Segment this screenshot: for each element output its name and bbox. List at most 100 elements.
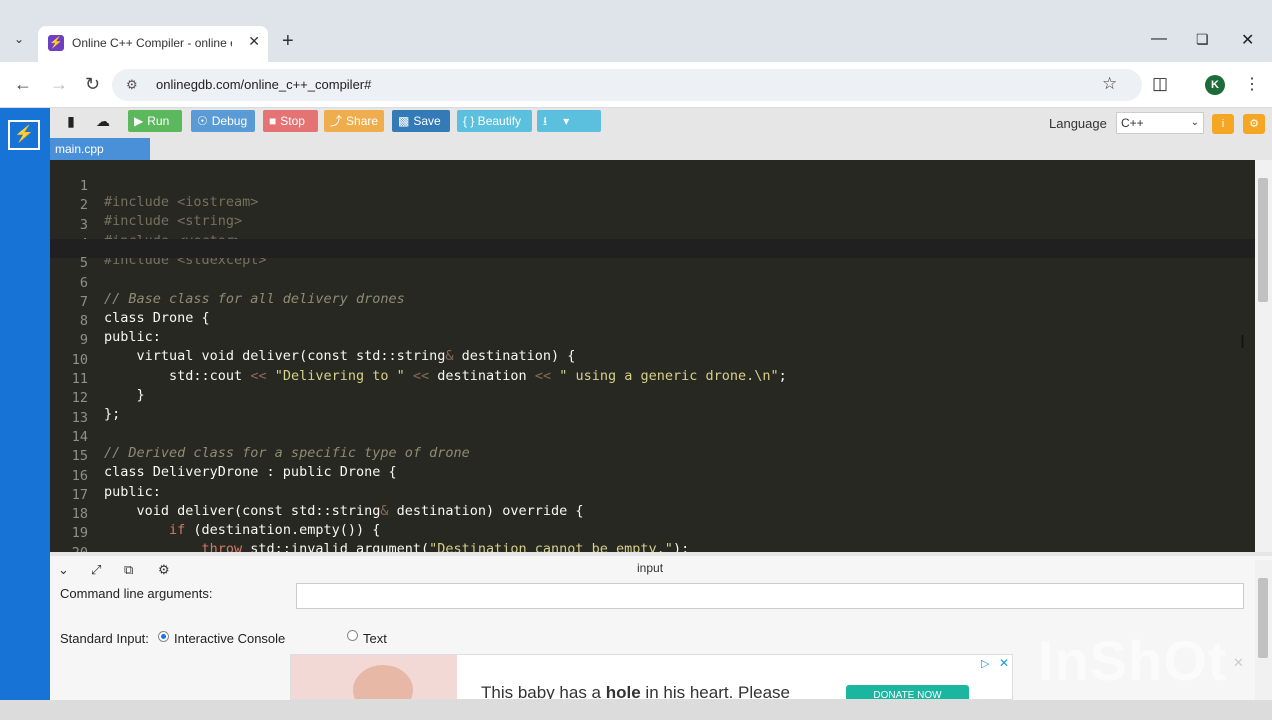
code-line: 3 #include <vector> bbox=[50, 201, 1255, 249]
reload-icon[interactable]: ↻ bbox=[85, 74, 100, 95]
code-line: 11 } bbox=[50, 355, 1255, 403]
back-icon[interactable]: ← bbox=[14, 74, 32, 95]
restore-icon[interactable]: ❏ bbox=[1196, 31, 1209, 48]
bookmark-star-icon[interactable]: ☆ bbox=[1102, 74, 1117, 94]
profile-avatar[interactable]: K bbox=[1205, 75, 1225, 95]
code-editor[interactable]: 1 #include <iostream> 2 #include <string… bbox=[50, 160, 1255, 552]
code-line: 13 bbox=[50, 394, 1255, 426]
browser-tab[interactable]: ⚡ Online C++ Compiler - online e ✕ bbox=[38, 26, 268, 62]
close-window-icon[interactable]: ✕ bbox=[1241, 30, 1254, 50]
tab-title: Online C++ Compiler - online e bbox=[72, 36, 232, 50]
code-line: 18 if (destination.empty()) { bbox=[50, 490, 1255, 538]
baby-photo bbox=[353, 665, 413, 699]
ad-donate-button[interactable]: DONATE NOW bbox=[846, 685, 969, 699]
code-line: 20 } bbox=[50, 529, 1255, 552]
tab-search-chevron-icon[interactable]: ⌄ bbox=[10, 32, 28, 50]
code-line: 8 public: bbox=[50, 297, 1255, 345]
code-line: 1 #include <iostream> bbox=[50, 162, 1255, 210]
save-icon: ▩ bbox=[398, 114, 410, 128]
code-line-active: 5 bbox=[50, 239, 1255, 271]
code-line: 10 std::cout << "Delivering to " << dest… bbox=[50, 336, 1255, 384]
dropdown-caret-icon: ▾ bbox=[563, 114, 570, 128]
download-icon: ⭳ bbox=[543, 114, 548, 128]
onlinegdb-favicon-icon: ⚡ bbox=[48, 35, 64, 51]
site-info-icon[interactable]: ⚙ bbox=[126, 77, 138, 93]
watermark-close-icon[interactable]: ✕ bbox=[1233, 655, 1244, 671]
ide-sidebar: ⚡ bbox=[0, 108, 50, 700]
code-line: 9 virtual void deliver(const std::string… bbox=[50, 316, 1255, 364]
cla-label: Command line arguments: bbox=[60, 586, 213, 601]
address-bar[interactable]: ⚙ onlinegdb.com/online_c++_compiler# bbox=[112, 69, 1142, 101]
mouse-cursor-icon: I bbox=[1240, 332, 1246, 352]
onlinegdb-logo-icon[interactable]: ⚡ bbox=[8, 120, 40, 150]
debug-button[interactable]: ☉ Debug bbox=[191, 110, 255, 132]
code-line: 19 throw std::invalid_argument("Destinat… bbox=[50, 509, 1255, 552]
ide-toolbar: ▮ ☁ ▶ Run ☉ Debug ■ Stop ⤴ Share ▩ Save { } B… bbox=[50, 108, 1272, 138]
command-line-arguments-input[interactable] bbox=[296, 583, 1244, 609]
download-button[interactable]: ⭳ ▾ bbox=[537, 110, 601, 132]
interactive-console-label[interactable]: Interactive Console bbox=[174, 631, 285, 646]
text-radio-label[interactable]: Text bbox=[363, 631, 387, 646]
beautify-button[interactable]: { } Beautify bbox=[457, 110, 532, 132]
new-file-icon[interactable]: ▮ bbox=[60, 113, 82, 133]
info-icon[interactable]: i bbox=[1212, 114, 1234, 134]
text-radio[interactable] bbox=[347, 630, 358, 641]
extensions-icon[interactable]: ◫ bbox=[1152, 74, 1168, 94]
io-title: input bbox=[637, 561, 664, 575]
inshot-watermark: InShOt bbox=[1038, 629, 1228, 692]
ad-close-icon[interactable]: ✕ bbox=[999, 656, 1009, 670]
line-number: 20 bbox=[50, 545, 88, 552]
code-line: 12 }; bbox=[50, 374, 1255, 422]
io-scrollbar[interactable] bbox=[1255, 560, 1272, 700]
browser-toolbar: ← → ↻ ⚙ onlinegdb.com/online_c++_compile… bbox=[0, 62, 1272, 108]
language-label: Language bbox=[1049, 116, 1107, 131]
code-line: 4 #include <stdexcept> bbox=[50, 220, 1255, 268]
io-settings-icon[interactable]: ⚙ bbox=[158, 562, 170, 578]
new-tab-button[interactable]: + bbox=[282, 30, 294, 53]
interactive-console-radio[interactable] bbox=[158, 631, 169, 642]
stop-button[interactable]: ■ Stop bbox=[263, 110, 318, 132]
settings-gear-icon[interactable]: ⚙ bbox=[1243, 114, 1265, 134]
ad-text-part: This baby has a bbox=[481, 683, 606, 700]
upload-file-icon[interactable]: ☁ bbox=[92, 113, 114, 133]
code-line: 17 void deliver(const std::string& desti… bbox=[50, 471, 1255, 519]
code-line: 7 class Drone { bbox=[50, 278, 1255, 326]
file-tabs: main.cpp bbox=[50, 138, 1272, 160]
ad-choices-icon[interactable]: ▷ bbox=[981, 657, 989, 670]
editor-scrollbar[interactable] bbox=[1255, 160, 1272, 552]
copy-icon[interactable]: ⧉ bbox=[124, 562, 133, 578]
bottom-strip bbox=[0, 700, 1272, 720]
select-arrow-icon: ⌄ bbox=[1190, 117, 1199, 128]
forward-icon[interactable]: → bbox=[50, 74, 68, 95]
stop-icon: ■ bbox=[269, 114, 277, 128]
tab-close-icon[interactable]: ✕ bbox=[248, 33, 260, 50]
share-icon: ⤴ bbox=[330, 114, 343, 128]
code-line: 16 public: bbox=[50, 452, 1255, 500]
url-text[interactable]: onlinegdb.com/online_c++_compiler# bbox=[156, 77, 371, 92]
code-line: 14 // Derived class for a specific type … bbox=[50, 413, 1255, 461]
advertisement-banner[interactable]: This baby has a hole in his heart. Pleas… bbox=[290, 654, 1013, 700]
ad-text-part: in his heart. Please bbox=[640, 683, 791, 700]
save-button[interactable]: ▩ Save bbox=[392, 110, 450, 132]
io-panel-header: ⌄ ⤢ ⧉ ⚙ input bbox=[50, 552, 1272, 580]
editor-scroll-thumb[interactable] bbox=[1258, 178, 1268, 302]
code-line: 2 #include <string> bbox=[50, 181, 1255, 229]
expand-icon[interactable]: ⤢ bbox=[91, 562, 101, 578]
ad-image bbox=[291, 655, 457, 699]
code-line: 15 class DeliveryDrone : public Drone { bbox=[50, 432, 1255, 480]
collapse-chevron-icon[interactable]: ⌄ bbox=[58, 562, 69, 578]
share-button[interactable]: ⤴ Share bbox=[324, 110, 384, 132]
debug-icon: ☉ bbox=[197, 114, 208, 128]
io-scroll-thumb[interactable] bbox=[1258, 578, 1268, 658]
ad-text-bold: hole bbox=[605, 683, 641, 700]
minimize-icon[interactable]: — bbox=[1151, 30, 1167, 48]
language-select[interactable]: C++ ⌄ bbox=[1116, 112, 1204, 134]
browser-menu-icon[interactable]: ⋮ bbox=[1244, 74, 1260, 94]
run-button[interactable]: ▶ Run bbox=[128, 110, 182, 132]
ad-text: This baby has a hole in his heart. Pleas… bbox=[481, 683, 791, 700]
code-line: 6 // Base class for all delivery drones bbox=[50, 259, 1255, 307]
file-tab-main-cpp[interactable]: main.cpp bbox=[50, 138, 150, 160]
play-icon: ▶ bbox=[134, 114, 144, 128]
browser-tab-strip: ⌄ ⚡ Online C++ Compiler - online e ✕ + —… bbox=[0, 0, 1272, 62]
stdin-label: Standard Input: bbox=[60, 631, 149, 646]
